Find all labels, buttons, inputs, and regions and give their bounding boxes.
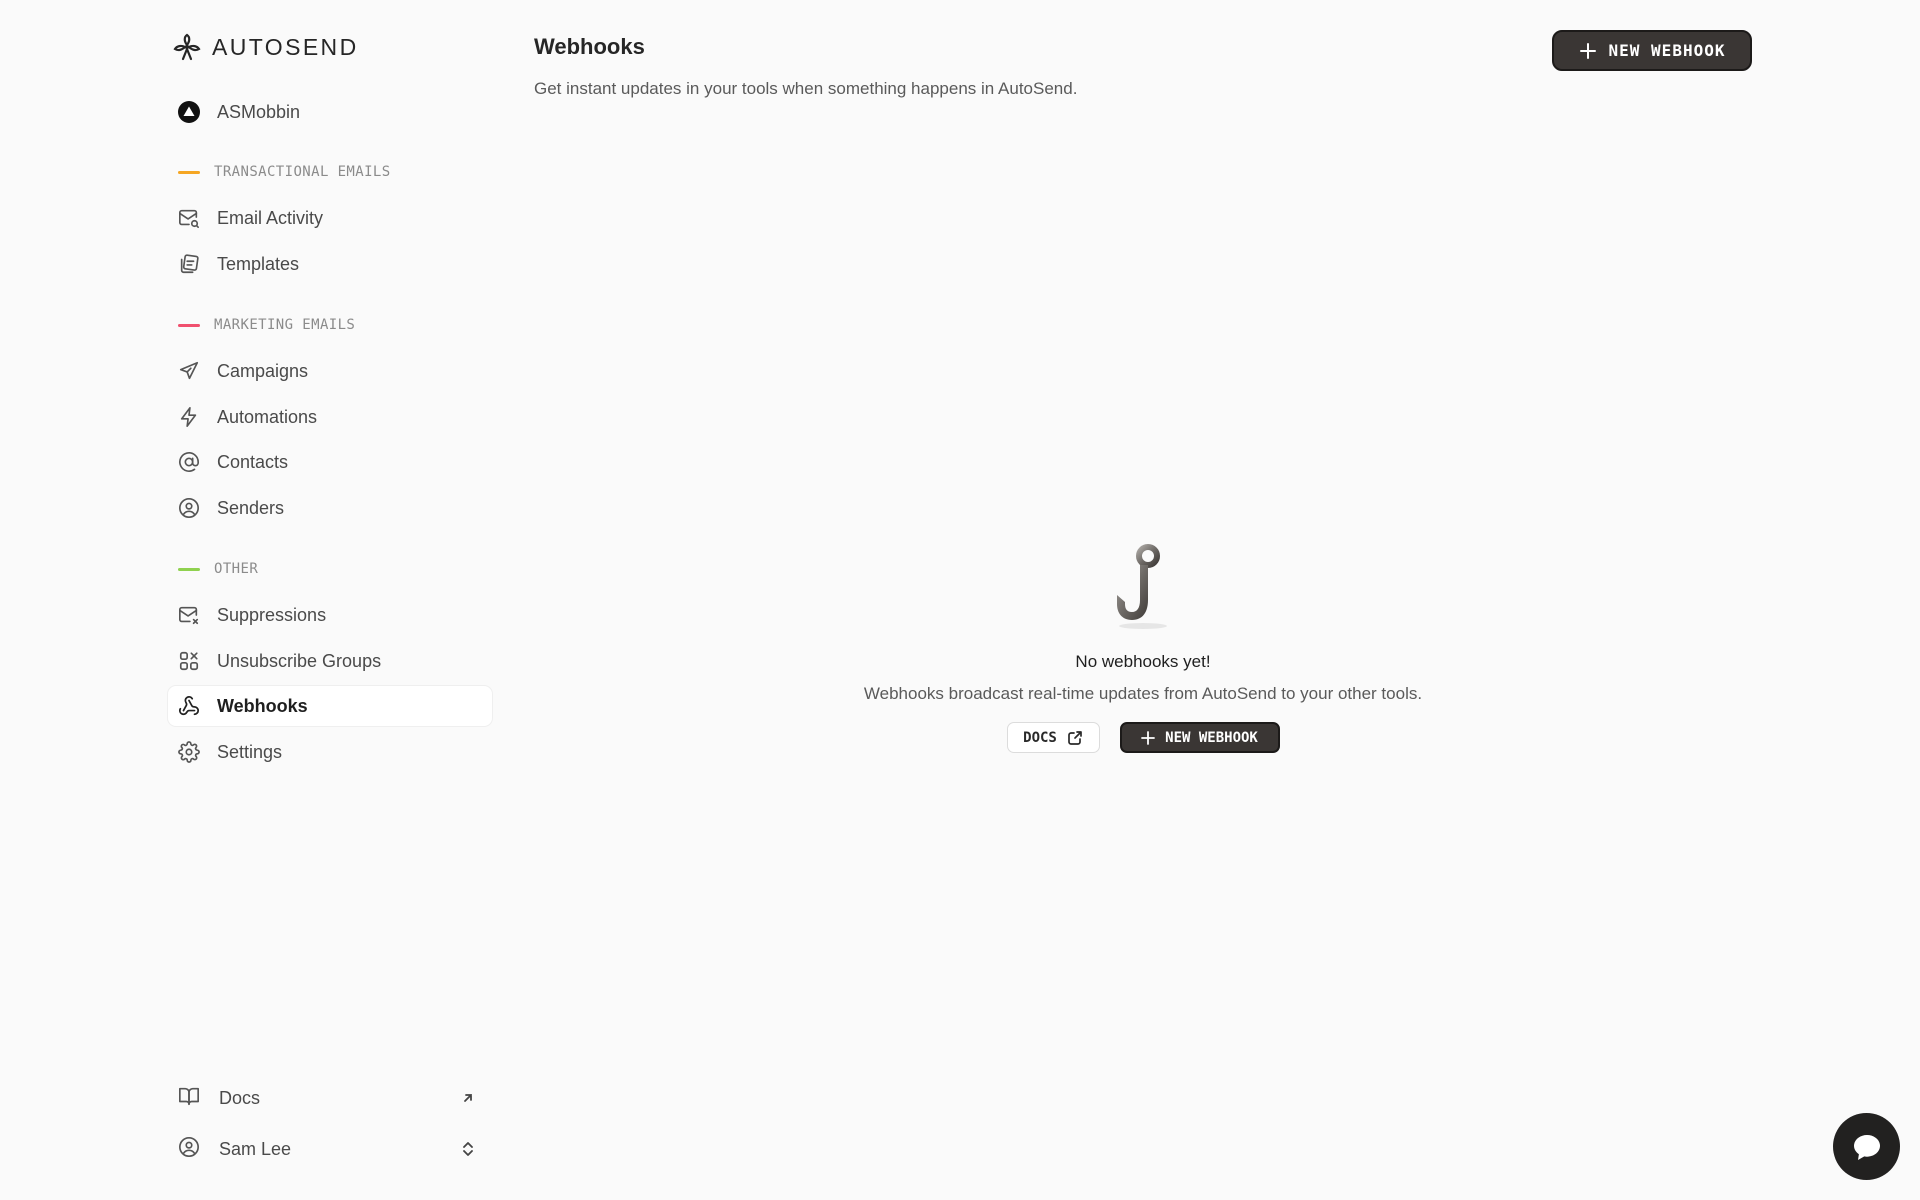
sidebar-item-label: Unsubscribe Groups [217, 650, 382, 671]
empty-state-description: Webhooks broadcast real-time updates fro… [863, 684, 1423, 703]
external-link-icon [1068, 730, 1082, 745]
brand-logo[interactable]: AUTOSEND [172, 30, 359, 64]
sidebar-item-label: Automations [217, 406, 318, 427]
bolt-icon [178, 406, 200, 428]
sidebar-item-suppressions[interactable]: Suppressions [168, 595, 492, 635]
page-title: Webhooks [534, 34, 645, 59]
new-webhook-button[interactable]: NEW WEBHOOK [1552, 30, 1752, 71]
user-circle-icon [178, 497, 200, 519]
section-color-dash [178, 170, 200, 174]
groups-x-icon [178, 650, 200, 672]
docs-button[interactable]: DOCS [1006, 722, 1100, 753]
user-menu[interactable]: Sam Lee [168, 1129, 492, 1169]
page-subtitle: Get instant updates in your tools when s… [534, 79, 1078, 98]
empty-state-actions: DOCS NEW WEBHOOK [1006, 722, 1280, 753]
at-sign-icon [178, 451, 200, 473]
sidebar-item-campaigns[interactable]: Campaigns [168, 351, 492, 391]
section-color-dash [178, 323, 200, 327]
book-icon [178, 1085, 200, 1112]
user-name: Sam Lee [219, 1138, 292, 1159]
mail-search-icon [178, 207, 200, 229]
chat-launcher-button[interactable] [1833, 1113, 1900, 1180]
sidebar-item-label: Suppressions [217, 604, 327, 625]
sidebar-item-label: Senders [217, 497, 285, 518]
sidebar-item-settings[interactable]: Settings [168, 732, 492, 772]
section-color-dash [178, 567, 200, 571]
empty-new-webhook-button[interactable]: NEW WEBHOOK [1119, 722, 1280, 753]
mail-x-icon [178, 604, 200, 626]
section-label: TRANSACTIONAL EMAILS [214, 164, 391, 180]
triangle-avatar-icon [178, 101, 200, 123]
sidebar-item-label: Templates [217, 253, 300, 274]
templates-icon [178, 253, 200, 275]
gear-icon [178, 741, 200, 763]
empty-state-title: No webhooks yet! [1075, 652, 1211, 671]
flower-logo-icon [173, 33, 201, 61]
section-transactional-emails: TRANSACTIONAL EMAILS [178, 162, 391, 182]
section-marketing-emails: MARKETING EMAILS [178, 315, 355, 335]
workspace-name: ASMobbin [217, 101, 301, 122]
sidebar: AUTOSEND ASMobbin TRANSACTIONAL EMAILS E… [0, 0, 500, 1200]
sidebar-item-webhooks[interactable]: Webhooks [168, 686, 492, 726]
sidebar-item-email-activity[interactable]: Email Activity [168, 198, 492, 238]
hook-icon [1117, 544, 1167, 629]
docs-label: Docs [219, 1087, 261, 1108]
sidebar-item-label: Contacts [217, 451, 289, 472]
section-label: MARKETING EMAILS [214, 317, 356, 333]
workspace-switcher[interactable]: ASMobbin [168, 92, 492, 132]
webhook-icon [178, 695, 200, 717]
send-icon [178, 360, 200, 382]
sidebar-item-unsubscribe-groups[interactable]: Unsubscribe Groups [168, 641, 492, 681]
chat-bubble-icon [1853, 1134, 1880, 1160]
brand-name: AUTOSEND [212, 33, 359, 60]
sidebar-item-label: Settings [217, 741, 283, 762]
empty-state: No webhooks yet! Webhooks broadcast real… [743, 540, 1543, 753]
user-circle-icon [178, 1136, 200, 1163]
sidebar-item-automations[interactable]: Automations [168, 397, 492, 437]
sidebar-item-contacts[interactable]: Contacts [168, 442, 492, 482]
empty-new-webhook-label: NEW WEBHOOK [1165, 729, 1258, 746]
plus-icon [1141, 730, 1156, 745]
docs-button-label: DOCS [1023, 729, 1057, 746]
sidebar-item-label: Campaigns [217, 360, 309, 381]
plus-icon [1579, 42, 1596, 59]
sidebar-item-label: Webhooks [217, 695, 308, 716]
sidebar-docs-link[interactable]: Docs [168, 1078, 492, 1118]
sidebar-item-templates[interactable]: Templates [168, 244, 492, 284]
sidebar-item-senders[interactable]: Senders [168, 488, 492, 528]
new-webhook-label: NEW WEBHOOK [1608, 41, 1726, 60]
section-label: OTHER [214, 561, 259, 577]
arrow-up-right-icon [464, 1094, 472, 1102]
chevron-up-down-icon [463, 1142, 473, 1156]
app-root: AUTOSEND ASMobbin TRANSACTIONAL EMAILS E… [0, 0, 1920, 1200]
section-other: OTHER [178, 559, 258, 579]
sidebar-item-label: Email Activity [217, 207, 324, 228]
